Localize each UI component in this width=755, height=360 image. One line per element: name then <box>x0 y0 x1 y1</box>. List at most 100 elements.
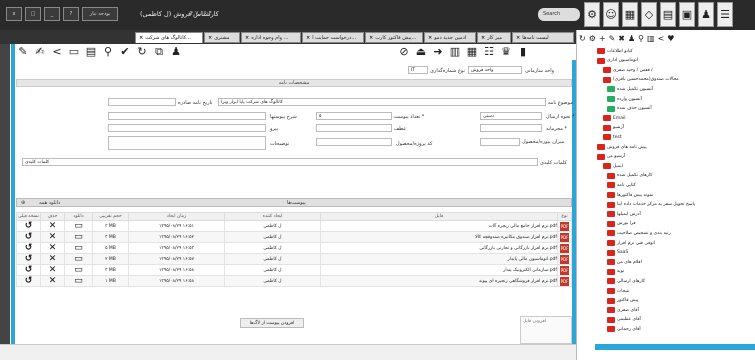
tree-node[interactable]: آرشیو من <box>597 153 625 160</box>
left-scrollbar[interactable] <box>11 44 15 344</box>
tree-node[interactable]: پیش فاکتور <box>607 297 638 304</box>
tree-node[interactable]: ایمیل <box>603 163 623 170</box>
people-icon[interactable]: ♟ <box>628 34 635 43</box>
history-icon[interactable]: ↺ <box>25 255 33 264</box>
lock-icon[interactable]: ⏏ <box>414 45 428 59</box>
maximize-button[interactable]: □ <box>25 7 41 21</box>
tree-node[interactable]: Email <box>603 115 626 122</box>
desc-input[interactable] <box>108 112 266 120</box>
chart-icon[interactable]: ▥ <box>647 34 655 43</box>
tree-node[interactable]: اقلام های من <box>607 259 642 266</box>
keywords-input[interactable]: کلمات کلیدی <box>22 158 538 166</box>
file-cell[interactable]: نرم افزار بازرگانی و تجارتی بازرگانی.pdf <box>320 242 558 254</box>
search-icon[interactable]: ⚲ <box>101 45 115 59</box>
tree-node[interactable]: کارهای ارسالی <box>607 278 645 285</box>
file-cell[interactable]: اتوماسیون مالی پایدار.pdf <box>320 253 558 265</box>
follow-input[interactable] <box>108 124 266 132</box>
table-row[interactable]: ↺ ✕ ▭ ۵ MB ۱۳۹۵/۰۸/۲۹ ۱۶:۵۳ ل کاظمی نرم … <box>16 242 572 254</box>
tree-node[interactable]: SaaS <box>607 249 628 256</box>
file-cell[interactable]: نرم افزار فروشگاهی زنجیره ای پیوند.pdf <box>320 275 558 287</box>
tab-catalog[interactable]: × کاتالوگ های شرکت... <box>135 32 203 43</box>
search-input[interactable]: Search <box>538 8 580 21</box>
share-icon[interactable]: < <box>50 45 64 59</box>
list-icon[interactable]: ☷ <box>482 45 496 59</box>
tree-node[interactable]: نتیجات <box>607 288 629 294</box>
tab-customer[interactable]: × مشتری <box>204 32 240 43</box>
download-all-button[interactable]: دانلود همه <box>39 199 60 207</box>
close-icon[interactable]: × <box>208 35 212 41</box>
issue-date-input[interactable] <box>108 98 176 106</box>
edit-icon[interactable]: ✎ <box>16 45 30 59</box>
tab-support[interactable]: × درخواست حمایت ا... <box>302 32 364 43</box>
tree-node[interactable]: آرشیو <box>603 124 624 131</box>
tree-node[interactable]: فرا بورس <box>607 220 636 227</box>
file-cell[interactable]: سازمانی الکترونیک پندار.pdf <box>320 264 558 276</box>
edit-icon[interactable]: ✎ <box>609 34 616 43</box>
save-icon[interactable]: ▭ <box>67 45 81 59</box>
forward-icon[interactable]: ➜ <box>431 45 445 59</box>
download-icon[interactable]: ▭ <box>74 277 83 286</box>
tree-node[interactable]: کارهای تکمیل شده <box>607 172 652 179</box>
delete-icon[interactable]: ✕ <box>49 266 57 275</box>
refresh-icon[interactable]: ↻ <box>135 45 149 59</box>
menu-icon[interactable]: ☰ <box>717 2 733 27</box>
heart-icon[interactable]: ♥ <box>667 34 674 43</box>
tree-node[interactable]: کیانو اطلاعات <box>597 48 633 54</box>
calendar-icon[interactable]: ▦ <box>622 2 638 27</box>
history-icon[interactable]: ↺ <box>25 222 33 231</box>
tree-node[interactable]: test <box>603 134 622 141</box>
file-notes-input[interactable]: افزودن فایل <box>520 316 572 344</box>
table-row[interactable]: ↺ ✕ ▭ ۳ MB ۱۳۹۵/۰۸/۲۹ ۱۶:۵۸ ل کاظمی سازم… <box>16 264 572 276</box>
tree-node[interactable]: محالات صندوق(محمدحسین باقری) <box>603 76 679 83</box>
close-icon[interactable]: × <box>369 35 373 41</box>
attach-icon[interactable]: ⊘ <box>397 45 411 59</box>
file-cell[interactable]: نرم افزار جامع مالی ربجره گات.pdf <box>320 220 558 232</box>
settings-icon[interactable]: ⚙ <box>584 2 600 27</box>
tree-node[interactable]: رتبه بندی و تشخیص صلاحیت <box>607 230 671 237</box>
group-icon[interactable]: ♛ <box>499 45 513 59</box>
close-icon[interactable]: × <box>516 35 520 41</box>
tab-admin[interactable]: × ادمین جدید دمو <box>424 32 476 43</box>
table-icon[interactable]: ▣ <box>679 2 695 27</box>
tree-scrollbar[interactable] <box>595 344 755 350</box>
add-icon[interactable]: + <box>599 34 606 43</box>
tree-node[interactable]: پاسخ تحویل سفر به مرکز خدمات داده اینا <box>607 201 695 208</box>
secret-select[interactable] <box>480 124 542 132</box>
code-input[interactable] <box>316 138 392 146</box>
help-button[interactable]: ? <box>63 7 79 21</box>
print2-icon[interactable]: ▥ <box>448 45 462 59</box>
tree-node[interactable]: اتوماسیون اداری <box>597 57 638 64</box>
delete-icon[interactable]: ✕ <box>49 222 57 231</box>
tag-icon[interactable]: ◇ <box>641 2 657 27</box>
history-icon[interactable]: ↺ <box>25 266 33 275</box>
download-icon[interactable]: ▭ <box>74 244 83 253</box>
print-icon[interactable]: ▤ <box>84 45 98 59</box>
type-select[interactable]: IT <box>408 66 428 74</box>
file-cell[interactable]: نرم افزار صندوق مکانیزه صندوقچه کالا.pdf <box>320 231 558 243</box>
table-row[interactable]: ↺ ✕ ▭ ۳ MB ۱۳۹۵/۰۸/۲۹ ۱۶:۵۱ ل کاظمی نرم … <box>16 220 572 232</box>
history-icon[interactable]: ↺ <box>25 233 33 242</box>
tree-node[interactable]: آتسیون تکمیل شده <box>607 86 653 93</box>
history-icon[interactable]: ↺ <box>25 244 33 253</box>
lock-icon[interactable]: ⊕ <box>21 199 25 207</box>
notes-input[interactable] <box>108 136 266 150</box>
file-icon[interactable]: ▮ <box>516 45 530 59</box>
tree-node[interactable]: آتسیون حذف شده <box>607 105 652 112</box>
tree-node[interactable]: آتسیون وارده <box>607 96 642 102</box>
tree-node[interactable]: قفس / وحید صفری / <box>603 67 653 74</box>
delete-icon[interactable]: ✕ <box>49 277 57 286</box>
tab-invoice[interactable]: × پیش فاکتور کارب... <box>365 32 423 43</box>
minimize-button[interactable]: _ <box>44 7 60 21</box>
copy-icon[interactable]: ⧉ <box>152 45 166 59</box>
search-icon[interactable]: ⚲ <box>638 34 644 43</box>
download-icon[interactable]: ▭ <box>74 266 83 275</box>
subject-input[interactable]: کاتالوگ های شرکت پایا ابزار ویرا <box>218 98 546 106</box>
attach-amount-input[interactable] <box>480 138 520 146</box>
users-icon[interactable]: ☺ <box>603 2 619 27</box>
document-icon[interactable]: ▤ <box>660 2 676 27</box>
refresh-icon[interactable]: ↻ <box>579 34 586 43</box>
sign-icon[interactable]: ✍ <box>33 45 47 59</box>
check-icon[interactable]: ✔ <box>118 45 132 59</box>
tree-node[interactable]: آقای صفری <box>607 307 639 314</box>
close-icon[interactable]: × <box>139 35 143 41</box>
